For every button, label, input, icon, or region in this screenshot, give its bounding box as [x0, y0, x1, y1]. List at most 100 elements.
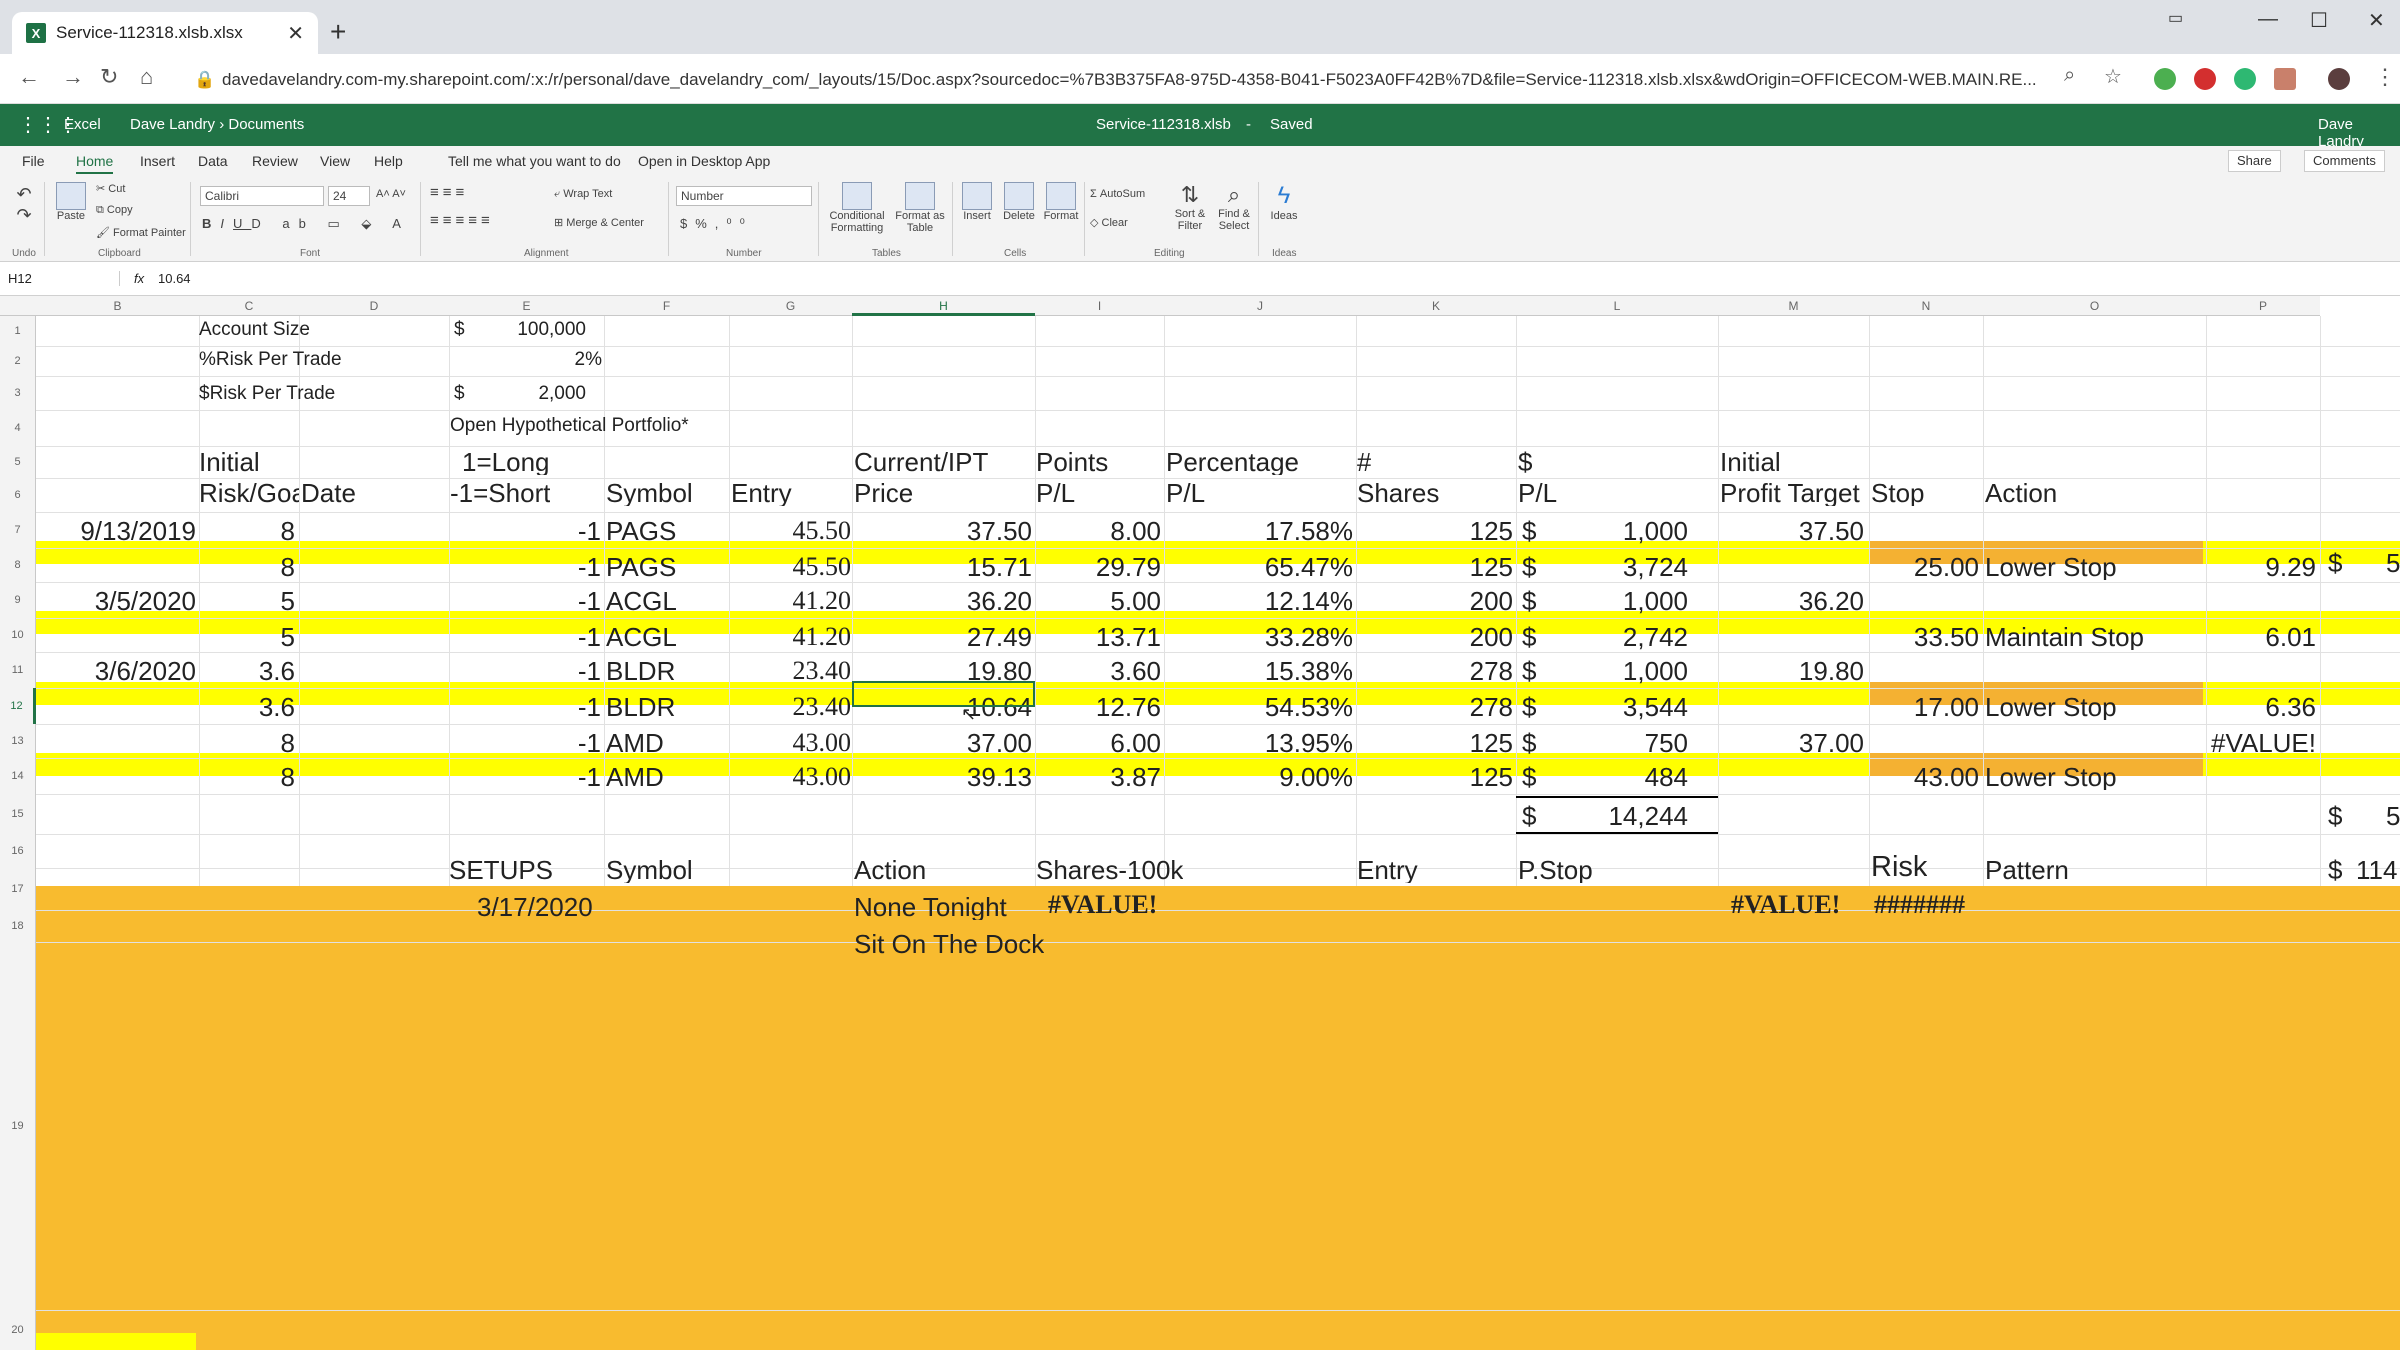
user-name[interactable]: Dave Landry — [2318, 116, 2400, 150]
trade-risk-goal[interactable]: 8 — [199, 764, 295, 790]
trade-points-pl[interactable]: 29.79 — [1035, 554, 1161, 580]
column-header-D[interactable]: D — [299, 296, 449, 316]
trade-symbol[interactable]: ACGL — [606, 588, 726, 614]
column-header-M[interactable]: M — [1718, 296, 1869, 316]
home-icon[interactable]: ⌂ — [140, 64, 153, 90]
minimize-icon[interactable]: — — [2258, 8, 2278, 31]
row-header-20[interactable]: 20 — [0, 1310, 36, 1350]
new-tab-icon[interactable]: + — [330, 16, 346, 48]
trade-profit-target[interactable]: 19.80 — [1718, 658, 1864, 684]
trade-entry[interactable]: 23.40 — [729, 694, 852, 720]
trade-current-price[interactable]: 37.00 — [852, 730, 1032, 756]
trade-direction[interactable]: -1 — [449, 658, 601, 684]
trade-shares[interactable]: 125 — [1356, 518, 1513, 544]
trade-stop[interactable]: 25.00 — [1869, 554, 1979, 580]
wrap-text-button[interactable]: ⤶ Wrap Text — [554, 188, 612, 201]
column-header-L[interactable]: L — [1516, 296, 1718, 316]
trade-entry[interactable]: 45.50 — [729, 554, 852, 580]
trade-entry[interactable]: 41.20 — [729, 588, 852, 614]
find-select-button[interactable]: ⌕ Find & Select — [1214, 182, 1254, 232]
formula-input[interactable]: 10.64 — [158, 271, 191, 286]
account-size-value[interactable]: 100,000 — [470, 320, 586, 339]
trade-entry[interactable]: 45.50 — [729, 518, 852, 544]
row-header-11[interactable]: 11 — [0, 652, 36, 688]
url-field[interactable]: 🔒 davedavelandry.com-my.sharepoint.com/:… — [182, 64, 2082, 96]
row-header-6[interactable]: 6 — [0, 478, 36, 512]
trade-symbol[interactable]: BLDR — [606, 694, 726, 720]
trade-current-price[interactable]: 37.50 — [852, 518, 1032, 544]
row-header-7[interactable]: 7 — [0, 512, 36, 548]
trade-shares[interactable]: 278 — [1356, 658, 1513, 684]
trade-percent-pl[interactable]: 9.00% — [1164, 764, 1353, 790]
column-header-C[interactable]: C — [199, 296, 299, 316]
trade-profit-target[interactable]: 36.20 — [1718, 588, 1864, 614]
tab-data[interactable]: Data — [198, 153, 228, 169]
row-header-17[interactable]: 17 — [0, 868, 36, 910]
select-all-corner[interactable] — [0, 296, 36, 316]
trade-symbol[interactable]: PAGS — [606, 518, 726, 544]
trade-percent-pl[interactable]: 17.58% — [1164, 518, 1353, 544]
trade-shares[interactable]: 200 — [1356, 588, 1513, 614]
trade-p-value[interactable]: 9.29 — [2206, 554, 2316, 580]
selected-cell-h12[interactable] — [852, 681, 1035, 707]
trade-percent-pl[interactable]: 54.53% — [1164, 694, 1353, 720]
share-button[interactable]: Share — [2228, 150, 2281, 172]
trade-shares[interactable]: 125 — [1356, 554, 1513, 580]
trade-stop[interactable]: 17.00 — [1869, 694, 1979, 720]
row-header-2[interactable]: 2 — [0, 346, 36, 376]
vivaldi-extension-icon[interactable] — [2194, 68, 2216, 90]
trade-entry[interactable]: 43.00 — [729, 730, 852, 756]
column-header-I[interactable]: I — [1035, 296, 1164, 316]
trade-points-pl[interactable]: 8.00 — [1035, 518, 1161, 544]
copy-button[interactable]: ⧉ Copy — [96, 204, 133, 217]
trade-action[interactable]: Maintain Stop — [1985, 624, 2205, 650]
vertical-align-icons[interactable]: ≡≡≡ — [430, 184, 468, 201]
undo-icon[interactable]: ↶ ↷ — [12, 184, 36, 226]
tab-file[interactable]: File — [22, 153, 45, 169]
trade-stop[interactable]: 33.50 — [1869, 624, 1979, 650]
close-tab-icon[interactable]: ✕ — [287, 21, 304, 46]
trade-current-price[interactable]: 15.71 — [852, 554, 1032, 580]
trade-date[interactable]: 3/6/2020 — [36, 658, 196, 684]
trade-risk-goal[interactable]: 8 — [199, 554, 295, 580]
trade-dollar-pl[interactable]: 2,742 — [1540, 624, 1688, 650]
trade-symbol[interactable]: AMD — [606, 730, 726, 756]
grow-font-icon[interactable]: A˄ A˅ — [376, 188, 406, 200]
profile-avatar[interactable] — [2328, 68, 2350, 90]
trade-symbol[interactable]: PAGS — [606, 554, 726, 580]
breadcrumb[interactable]: Dave Landry › Documents — [130, 116, 304, 133]
trade-direction[interactable]: -1 — [449, 518, 601, 544]
format-cells-button[interactable]: Format — [1042, 182, 1080, 222]
reload-icon[interactable]: ↻ — [100, 64, 118, 90]
trade-entry[interactable]: 43.00 — [729, 764, 852, 790]
trade-percent-pl[interactable]: 33.28% — [1164, 624, 1353, 650]
font-format-buttons[interactable]: BIUD ab ▭ ⬙ A — [202, 216, 410, 232]
trade-points-pl[interactable]: 3.87 — [1035, 764, 1161, 790]
open-desktop-app[interactable]: Open in Desktop App — [638, 153, 770, 169]
trade-action[interactable]: Lower Stop — [1985, 554, 2205, 580]
trade-current-price[interactable]: 39.13 — [852, 764, 1032, 790]
trade-shares[interactable]: 125 — [1356, 764, 1513, 790]
trade-direction[interactable]: -1 — [449, 554, 601, 580]
window-close-icon[interactable]: ✕ — [2368, 8, 2385, 33]
row-header-18[interactable]: 18 — [0, 910, 36, 942]
row-header-15[interactable]: 15 — [0, 794, 36, 834]
trade-dollar-pl[interactable]: 1,000 — [1540, 658, 1688, 684]
trade-current-price[interactable]: 36.20 — [852, 588, 1032, 614]
sort-filter-button[interactable]: ⇅ Sort & Filter — [1170, 182, 1210, 232]
trade-current-price[interactable]: 27.49 — [852, 624, 1032, 650]
column-header-J[interactable]: J — [1164, 296, 1356, 316]
cut-button[interactable]: ✂ Cut — [96, 182, 125, 195]
app-name[interactable]: Excel — [64, 116, 101, 133]
trade-p-value[interactable]: 6.01 — [2206, 624, 2316, 650]
browser-menu-icon[interactable]: ⋮ — [2374, 64, 2396, 90]
browser-tab[interactable]: X Service-112318.xlsb.xlsx ✕ — [12, 12, 318, 54]
trade-risk-goal[interactable]: 5 — [199, 588, 295, 614]
trade-dollar-pl[interactable]: 3,724 — [1540, 554, 1688, 580]
back-icon[interactable]: ← — [18, 64, 40, 90]
total-pl-value[interactable]: 14,244 — [1540, 803, 1688, 829]
clear-button[interactable]: ◇ Clear — [1090, 216, 1128, 229]
tab-review[interactable]: Review — [252, 153, 298, 169]
trade-risk-goal[interactable]: 3.6 — [199, 694, 295, 720]
trade-points-pl[interactable]: 6.00 — [1035, 730, 1161, 756]
